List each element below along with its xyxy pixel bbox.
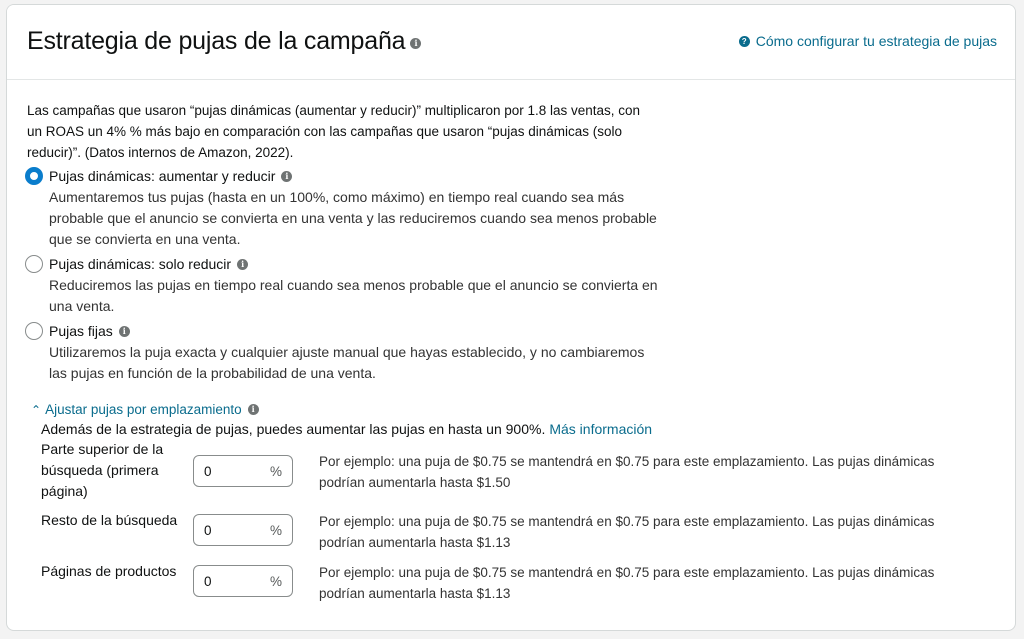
radio-dynamic-up-down[interactable] <box>25 167 43 185</box>
question-icon: ? <box>738 35 750 47</box>
option-description: Reduciremos las pujas en tiempo real cua… <box>49 277 658 314</box>
percent-suffix: % <box>269 463 282 479</box>
input-value[interactable]: 0 <box>204 464 212 479</box>
card-header: Estrategia de pujas de la campaña i ? Có… <box>7 5 1015 80</box>
info-icon[interactable]: i <box>247 404 259 415</box>
top-of-search-input[interactable]: 0 % <box>193 455 293 487</box>
placement-example: Por ejemplo: una puja de $0.75 se manten… <box>319 454 935 490</box>
option-dynamic-down-only[interactable]: Pujas dinámicas: solo reducir i Reducire… <box>25 253 665 317</box>
placement-example: Por ejemplo: una puja de $0.75 se manten… <box>319 514 935 550</box>
percent-suffix: % <box>269 573 282 589</box>
percent-suffix: % <box>269 522 282 538</box>
placement-row-product-pages: Páginas de productos 0 % Por ejemplo: un… <box>41 560 1001 606</box>
adjust-placement-toggle[interactable]: ⌃ Ajustar pujas por emplazamiento i <box>31 402 259 417</box>
placement-label: Páginas de productos <box>41 563 177 579</box>
intro-text: Las campañas que usaron “pujas dinámicas… <box>27 103 641 160</box>
more-info-link[interactable]: Más información <box>549 421 652 437</box>
option-fixed-bids[interactable]: Pujas fijas i Utilizaremos la puja exact… <box>25 320 665 384</box>
option-description: Aumentaremos tus pujas (hasta en un 100%… <box>49 189 657 247</box>
product-pages-input[interactable]: 0 % <box>193 565 293 597</box>
option-description: Utilizaremos la puja exacta y cualquier … <box>49 344 645 381</box>
page-title: Estrategia de pujas de la campaña i <box>27 27 422 56</box>
adjust-placement-label[interactable]: Ajustar pujas por emplazamiento <box>45 402 242 417</box>
placement-row-top-of-search: Parte superior de la búsqueda (primera p… <box>41 439 1001 503</box>
option-label[interactable]: Pujas dinámicas: aumentar y reducir <box>49 168 275 184</box>
option-dynamic-up-down[interactable]: Pujas dinámicas: aumentar y reducir i Au… <box>25 165 665 250</box>
input-value[interactable]: 0 <box>204 574 212 589</box>
adjust-description-text: Además de la estrategia de pujas, puedes… <box>41 421 546 437</box>
info-icon[interactable]: i <box>410 38 422 49</box>
option-label[interactable]: Pujas fijas <box>49 323 113 339</box>
help-link[interactable]: ? Cómo configurar tu estrategia de pujas <box>738 33 997 49</box>
placement-label: Parte superior de la búsqueda (primera p… <box>41 441 164 499</box>
info-icon[interactable]: i <box>237 258 249 270</box>
placement-example: Por ejemplo: una puja de $0.75 se manten… <box>319 565 935 601</box>
chevron-up-icon: ⌃ <box>31 402 42 417</box>
radio-dynamic-down-only[interactable] <box>25 255 43 273</box>
info-icon[interactable]: i <box>118 325 130 337</box>
input-value[interactable]: 0 <box>204 523 212 538</box>
info-icon[interactable]: i <box>281 170 293 182</box>
bidding-strategy-card: Estrategia de pujas de la campaña i ? Có… <box>6 4 1016 631</box>
radio-fixed-bids[interactable] <box>25 322 43 340</box>
rest-of-search-input[interactable]: 0 % <box>193 514 293 546</box>
help-link-text: Cómo configurar tu estrategia de pujas <box>755 33 997 49</box>
placement-row-rest-of-search: Resto de la búsqueda 0 % Por ejemplo: un… <box>41 509 1001 555</box>
placement-label: Resto de la búsqueda <box>41 512 178 528</box>
adjust-placement-description: Además de la estrategia de pujas, puedes… <box>41 421 652 437</box>
page-title-text: Estrategia de pujas de la campaña <box>27 27 406 55</box>
option-label[interactable]: Pujas dinámicas: solo reducir <box>49 256 231 272</box>
